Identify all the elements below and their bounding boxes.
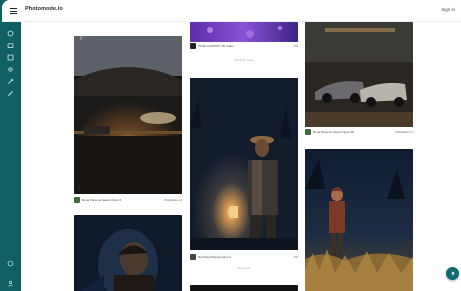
sidebar (2, 22, 21, 291)
photo-cars-garage[interactable]: ◌ (305, 22, 413, 127)
photo-card[interactable]: Red Dead Redemption 2 PS (190, 78, 298, 263)
photo-card[interactable] (190, 285, 298, 291)
image-icon[interactable] (7, 54, 14, 61)
photo-author[interactable]: Red Dead Redemption 2 (198, 255, 231, 259)
photo-platform: PS (293, 255, 298, 259)
circle-icon[interactable] (7, 260, 14, 267)
photo-card[interactable] (74, 215, 182, 291)
photo-boy-field[interactable] (305, 149, 413, 291)
photo-card[interactable]: PIXEL FANTASY 2D Video PS (190, 22, 298, 49)
photo-meta: Red Dead Redemption 2 PS (190, 254, 298, 260)
app-title[interactable]: Photomode.io (25, 6, 63, 12)
photo-author[interactable]: PIXEL FANTASY 2D Video (198, 44, 234, 48)
photo-purple-scene[interactable] (190, 22, 298, 42)
photo-meta: PIXEL FANTASY 2D Video PS (190, 43, 298, 49)
photo-card[interactable]: ◌ Rena Parsons Steam Open 6 PlayStation … (74, 36, 182, 208)
sign-in-link[interactable]: Sign in (441, 7, 455, 12)
menu-icon[interactable] (10, 8, 17, 14)
gear-icon[interactable] (7, 66, 14, 73)
avatar[interactable] (74, 197, 80, 203)
wrench-icon[interactable] (7, 78, 14, 85)
photo-author[interactable]: Rena Parsons Steam Open 18 (313, 130, 354, 134)
photo-feed: ◌ Rena Parsons Steam Open 6 PlayStation … (21, 22, 461, 291)
user-icon[interactable] (7, 280, 14, 287)
photo-meta: Rena Parsons Steam Open 18 PlayStation 4 (305, 129, 413, 135)
photo-platform: PlayStation 4 (164, 198, 182, 202)
photo-meta: Rena Parsons Steam Open 6 PlayStation 4 (74, 197, 182, 203)
home-icon[interactable] (7, 30, 14, 37)
photo-cowboy-lantern[interactable] (190, 78, 298, 250)
arrow-up-icon (450, 271, 455, 276)
avatar[interactable] (190, 43, 196, 49)
photo-card[interactable]: ◌ Rena Parsons Steam Open 18 PlayStation… (305, 22, 413, 140)
app-window: Photomode.io Sign in ◌ Rena Parsons Stea… (2, 0, 461, 291)
camera-icon[interactable] (7, 42, 14, 49)
load-more-link[interactable]: Sort more (190, 266, 298, 270)
pencil-icon[interactable] (7, 90, 14, 97)
top-bar: Photomode.io Sign in (2, 0, 461, 22)
photo-platform: PlayStation 4 (395, 130, 413, 134)
photo-portrait-man[interactable] (74, 215, 182, 291)
watermark-icon: ◌ (78, 186, 80, 190)
avatar[interactable] (305, 129, 311, 135)
watermark-icon: ◌ (309, 118, 311, 122)
photo-next[interactable] (190, 285, 298, 291)
photo-card[interactable] (305, 149, 413, 291)
avatar[interactable] (190, 254, 196, 260)
photo-author[interactable]: Rena Parsons Steam Open 6 (82, 198, 121, 202)
load-more-link[interactable]: Scroll for more (190, 58, 298, 62)
photo-sunset-car[interactable]: ◌ (74, 36, 182, 194)
scroll-top-button[interactable] (446, 267, 459, 280)
photo-platform: PS (293, 44, 298, 48)
